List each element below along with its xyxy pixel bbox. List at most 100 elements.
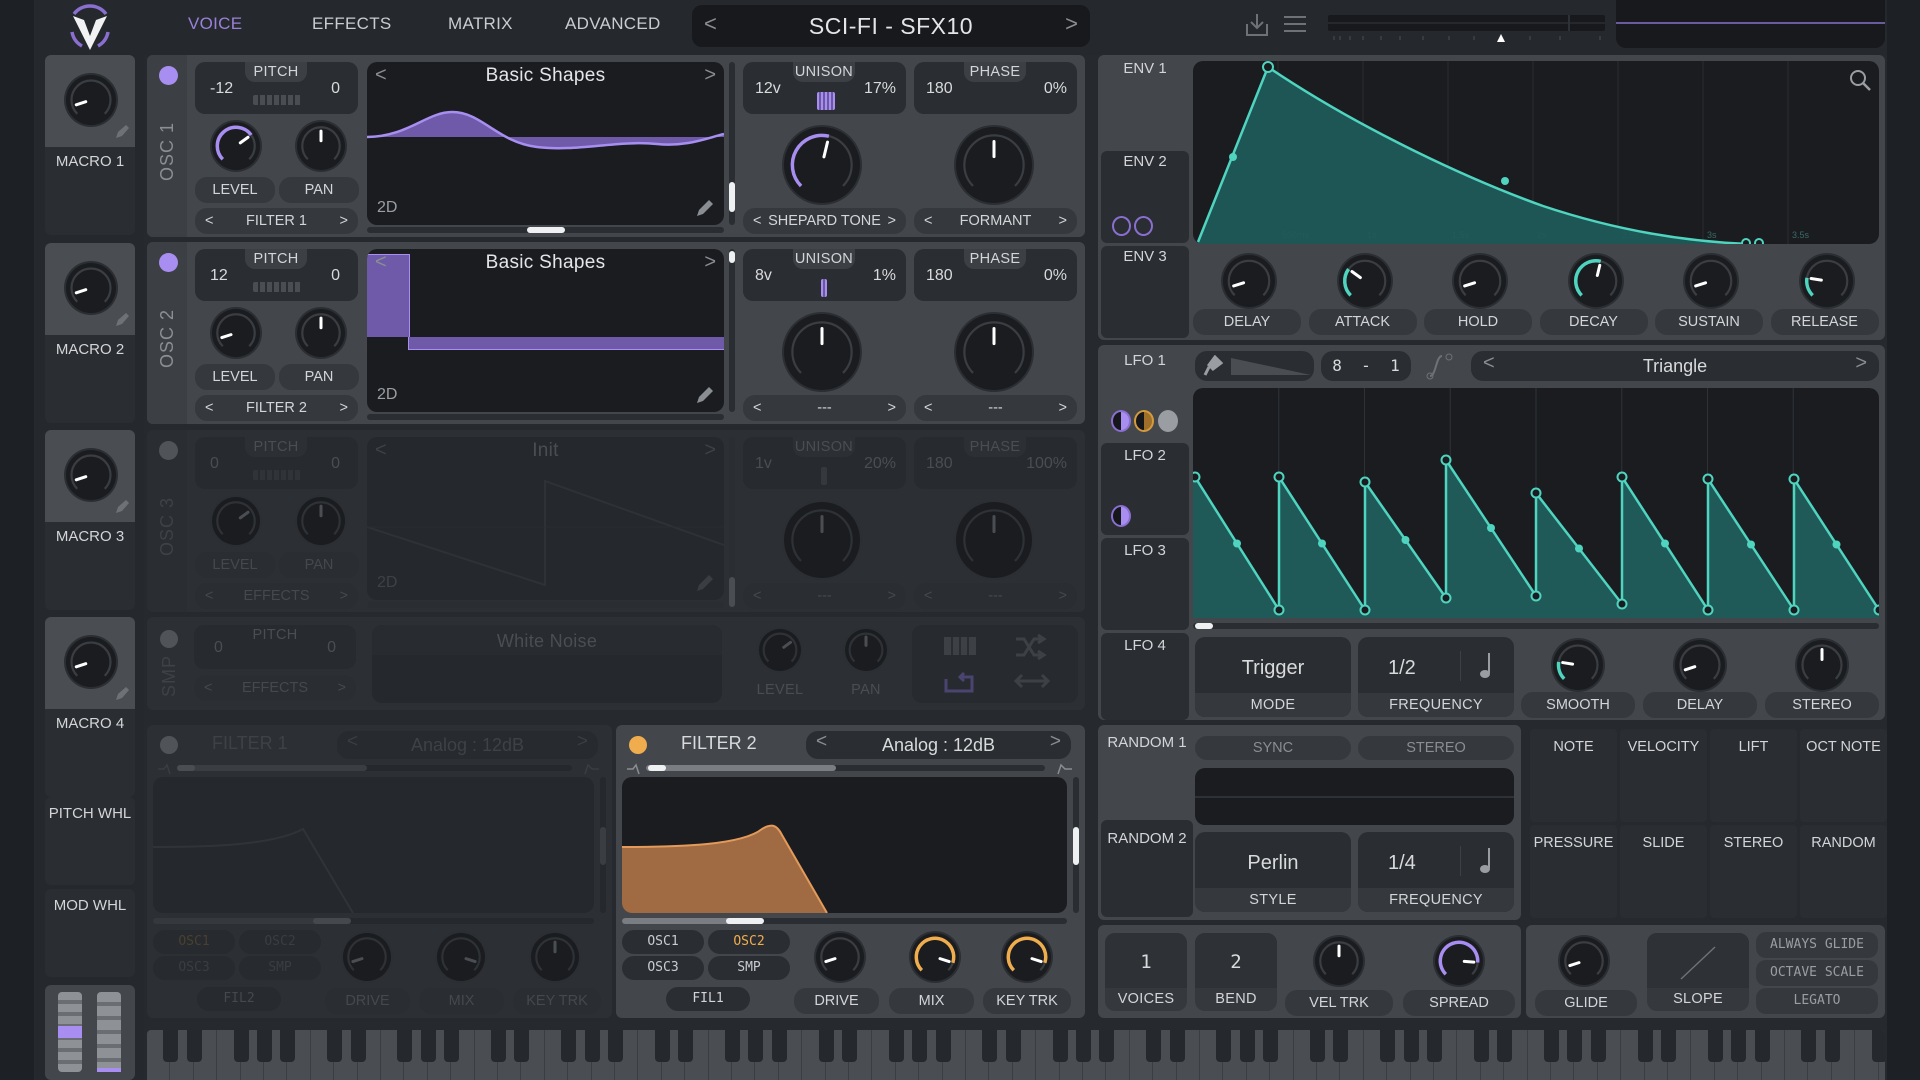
dest-next[interactable]: >	[338, 675, 346, 701]
osc-3-pan-knob[interactable]	[297, 497, 345, 545]
black-key[interactable]	[771, 1030, 787, 1062]
sample-pan-knob[interactable]	[845, 629, 887, 671]
black-key[interactable]	[1099, 1030, 1115, 1062]
random-style-box[interactable]: Perlin STYLE	[1195, 832, 1351, 912]
black-key[interactable]	[1637, 1030, 1653, 1062]
osc-3-power-toggle[interactable]	[159, 441, 178, 460]
filter-1-source-osc3[interactable]: OSC3	[153, 956, 235, 980]
osc-2-wavetable-name[interactable]: Basic Shapes	[367, 252, 724, 274]
lfo-shape-selector[interactable]: < Triangle >	[1471, 351, 1879, 381]
vital-logo-icon[interactable]	[66, 2, 114, 52]
black-key[interactable]	[935, 1030, 951, 1062]
osc-3-tune[interactable]: 0	[331, 455, 340, 473]
filter-2-resonance-slider[interactable]	[1073, 777, 1079, 913]
filter-2-mix-knob[interactable]	[911, 933, 959, 981]
edit-pencil-icon[interactable]	[694, 572, 716, 594]
tab-lfo-3[interactable]: LFO 3	[1101, 538, 1189, 630]
frame-handle[interactable]	[527, 227, 565, 233]
black-key[interactable]	[233, 1030, 249, 1062]
black-key[interactable]	[350, 1030, 366, 1062]
black-key[interactable]	[1239, 1030, 1255, 1062]
destination-next[interactable]: >	[340, 208, 348, 234]
loop-icon[interactable]	[942, 669, 978, 695]
lfo1-mod-indicator-icon[interactable]	[1134, 410, 1154, 432]
filter-2-source-osc3[interactable]: OSC3	[622, 956, 704, 980]
lfo-smooth-knob[interactable]	[1553, 640, 1603, 690]
osc-1-phase[interactable]: 180	[926, 80, 953, 98]
black-key[interactable]	[280, 1030, 296, 1062]
black-key[interactable]	[842, 1030, 857, 1062]
osc-2-warp-2-selector[interactable]: < --- >	[914, 395, 1077, 421]
env-decay-knob[interactable]	[1569, 255, 1622, 307]
lfo-grid-size[interactable]: 8 - 1	[1321, 351, 1411, 381]
scroll-handle[interactable]	[729, 182, 735, 212]
random-phase-icon[interactable]	[1012, 633, 1048, 661]
wavetable-next[interactable]: >	[704, 64, 716, 87]
mod-source-random[interactable]: RANDOM	[1800, 825, 1887, 918]
osc-3-destination[interactable]: < EFFECTS >	[195, 583, 358, 609]
env-attack-knob[interactable]	[1338, 255, 1391, 307]
sample-name[interactable]: White Noise	[372, 631, 722, 652]
warp-prev[interactable]: <	[753, 583, 761, 609]
tab-advanced[interactable]: ADVANCED	[565, 14, 661, 34]
black-key[interactable]	[608, 1030, 623, 1062]
wavetable-next[interactable]: >	[704, 439, 716, 462]
osc-1-unison-detune[interactable]: 17%	[864, 80, 896, 98]
black-key[interactable]	[444, 1030, 460, 1062]
black-key[interactable]	[1801, 1030, 1817, 1062]
note-icon[interactable]	[1476, 846, 1494, 876]
osc-3-level-knob[interactable]	[212, 497, 260, 545]
osc-2-power-toggle[interactable]	[159, 253, 178, 272]
macro-2-knob[interactable]	[66, 263, 116, 313]
filter-1-model-selector[interactable]: < Analog : 12dB >	[337, 731, 598, 759]
sample-destination[interactable]: < EFFECTS >	[194, 675, 356, 701]
osc-3-warp-1-knob[interactable]	[784, 502, 860, 578]
preset-selector[interactable]: < SCI-FI - SFX10 >	[692, 5, 1090, 47]
filter-2-source-osc1[interactable]: OSC1	[622, 930, 704, 954]
warp-prev[interactable]: <	[924, 208, 932, 234]
sample-level-knob[interactable]	[759, 629, 801, 671]
filter-1-source-smp[interactable]: SMP	[239, 956, 321, 980]
warp-next[interactable]: >	[888, 208, 896, 234]
mod-wheel[interactable]	[97, 992, 121, 1072]
black-key[interactable]	[1076, 1030, 1091, 1062]
black-key[interactable]	[1707, 1030, 1723, 1062]
pitch-wheel[interactable]	[58, 992, 82, 1072]
black-key[interactable]	[1146, 1030, 1162, 1062]
filter-1-resonance-slider[interactable]	[600, 777, 606, 913]
volume-slider[interactable]	[1330, 32, 1605, 46]
destination-prev[interactable]: <	[205, 583, 213, 609]
vel-trk-knob[interactable]	[1315, 937, 1363, 985]
mod-source-note[interactable]: NOTE	[1530, 729, 1617, 822]
keytrack-icon[interactable]	[942, 635, 978, 657]
menu-icon[interactable]	[1283, 14, 1307, 34]
lfo-delay-knob[interactable]	[1675, 640, 1725, 690]
osc-3-frame-scrollbar[interactable]	[367, 602, 724, 608]
filter-1-source-osc2[interactable]: OSC2	[239, 930, 321, 954]
filter-1-cutoff-slider[interactable]	[177, 765, 572, 771]
cutoff-handle[interactable]	[177, 765, 195, 771]
osc-1-warp-1-selector[interactable]: < SHEPARD TONE >	[743, 208, 906, 234]
macro-1-knob[interactable]	[66, 75, 116, 125]
warp-prev[interactable]: <	[924, 583, 932, 609]
osc-1-phase-random[interactable]: 0%	[1044, 80, 1067, 98]
edit-pencil-icon[interactable]	[694, 197, 716, 219]
lfo-mode-value[interactable]: Trigger	[1195, 657, 1351, 680]
filter-1-drive-knob[interactable]	[343, 933, 391, 981]
edit-pencil-icon[interactable]	[113, 685, 131, 703]
lfo1-mod-indicator-icon[interactable]	[1158, 410, 1178, 432]
wavetable-next[interactable]: >	[704, 251, 716, 274]
cutoff-handle[interactable]	[648, 765, 666, 771]
black-key[interactable]	[1333, 1030, 1349, 1062]
black-key[interactable]	[818, 1030, 834, 1062]
osc-2-warp-1-knob[interactable]	[784, 314, 860, 390]
zoom-icon[interactable]	[1848, 68, 1872, 92]
macro-4-knob[interactable]	[66, 637, 116, 687]
morph-handle[interactable]	[726, 918, 764, 924]
filter-model-next[interactable]: >	[577, 731, 588, 753]
tab-voice[interactable]: VOICE	[188, 14, 242, 34]
osc-2-destination[interactable]: < FILTER 2 >	[195, 395, 358, 421]
tab-random-1[interactable]: RANDOM 1	[1101, 728, 1193, 818]
warp-prev[interactable]: <	[924, 395, 932, 421]
osc-1-warp-2-selector[interactable]: < FORMANT >	[914, 208, 1077, 234]
